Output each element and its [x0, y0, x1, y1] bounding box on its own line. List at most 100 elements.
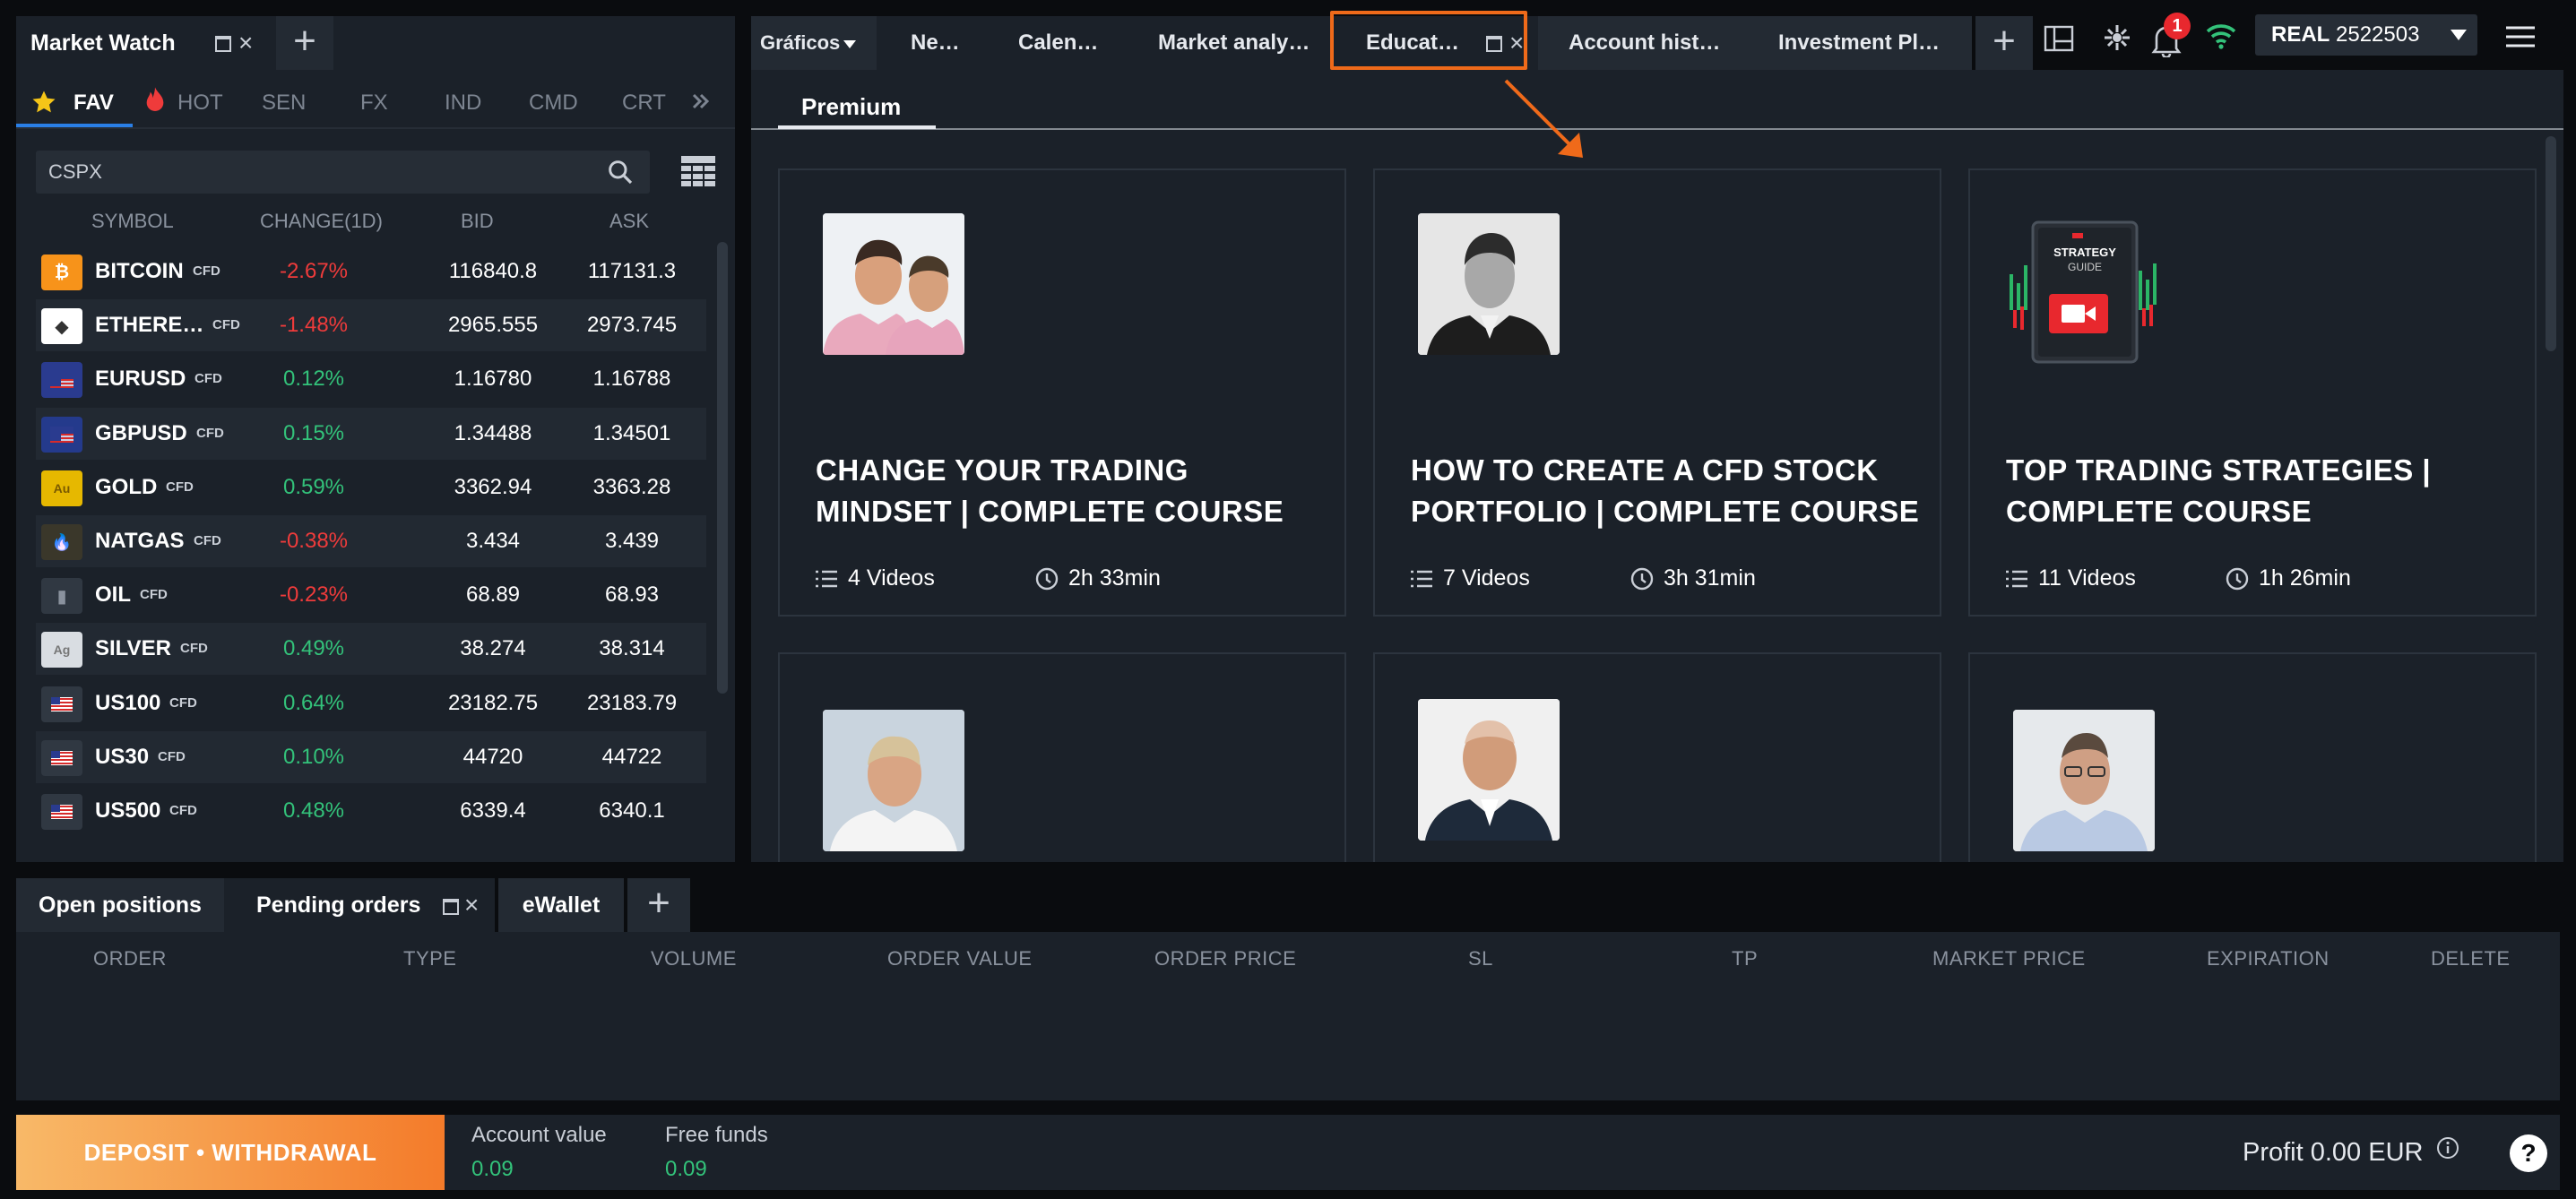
deposit-withdrawal-button[interactable]: DEPOSIT • WITHDRAWAL: [16, 1115, 445, 1190]
category-tab-ind[interactable]: IND: [445, 82, 481, 124]
symbol-name[interactable]: US30: [95, 731, 149, 783]
ask-price[interactable]: 68.93: [556, 569, 708, 621]
course-title[interactable]: TOP TRADING STRATEGIES | COMPLETE COURSE: [2006, 450, 2517, 532]
symbol-name[interactable]: ETHERE…: [95, 299, 203, 351]
add-tab-button[interactable]: +: [1975, 16, 2033, 70]
category-tab-hot[interactable]: HOT: [177, 82, 223, 124]
bid-price[interactable]: 23182.75: [412, 677, 574, 729]
ask-price[interactable]: 117131.3: [556, 246, 708, 298]
column-header-market-price[interactable]: MARKET PRICE: [1932, 945, 2086, 972]
ask-price[interactable]: 23183.79: [556, 677, 708, 729]
maximize-icon[interactable]: [443, 899, 459, 915]
scrollbar[interactable]: [2546, 136, 2556, 351]
bid-price[interactable]: 3362.94: [412, 461, 574, 513]
bid-price[interactable]: 38.274: [412, 623, 574, 675]
ask-price[interactable]: 3363.28: [556, 461, 708, 513]
double-chevron-right-icon[interactable]: [692, 90, 712, 113]
scrollbar[interactable]: [717, 242, 728, 694]
symbol-row[interactable]: ▮ OIL CFD -0.23% 68.89 68.93: [36, 569, 706, 621]
course-title[interactable]: HOW TO CREATE A CFD STOCK PORTFOLIO | CO…: [1411, 450, 1922, 532]
category-tab-fav[interactable]: FAV: [73, 82, 114, 124]
tab-account-history[interactable]: Account hist…: [1569, 16, 1720, 70]
symbol-name[interactable]: EURUSD: [95, 353, 186, 405]
course-card[interactable]: HOW TO CREATE A CFD STOCK PORTFOLIO | CO…: [1373, 168, 1941, 617]
course-card[interactable]: CHANGE YOUR TRADING MINDSET | COMPLETE C…: [778, 168, 1346, 617]
add-tab-button[interactable]: +: [627, 878, 690, 932]
tab-news[interactable]: Ne…: [911, 16, 960, 70]
symbol-name[interactable]: GOLD: [95, 461, 157, 513]
course-card[interactable]: [1968, 652, 2537, 862]
caret-down-icon[interactable]: [2451, 30, 2467, 40]
category-tab-cmd[interactable]: CMD: [529, 82, 578, 124]
symbol-row[interactable]: US30 CFD 0.10% 44720 44722: [36, 731, 706, 783]
bid-price[interactable]: 1.34488: [412, 408, 574, 460]
symbol-name[interactable]: BITCOIN: [95, 246, 184, 298]
tab-premium[interactable]: Premium: [801, 93, 901, 121]
ask-price[interactable]: 1.16788: [556, 353, 708, 405]
ask-price[interactable]: 3.439: [556, 515, 708, 567]
ask-price[interactable]: 6340.1: [556, 785, 708, 837]
category-tab-crt[interactable]: CRT: [622, 82, 666, 124]
close-icon[interactable]: ×: [464, 889, 479, 921]
column-header-tp[interactable]: TP: [1732, 945, 1758, 972]
bid-price[interactable]: 44720: [412, 731, 574, 783]
ask-price[interactable]: 44722: [556, 731, 708, 783]
tab-calendar[interactable]: Calen…: [1018, 16, 1098, 70]
tab-graficos[interactable]: Gráficos: [751, 16, 877, 70]
column-header-change[interactable]: CHANGE(1D): [260, 208, 383, 235]
ask-price[interactable]: 1.34501: [556, 408, 708, 460]
bid-price[interactable]: 1.16780: [412, 353, 574, 405]
bid-price[interactable]: 2965.555: [412, 299, 574, 351]
hamburger-menu-icon[interactable]: [2504, 25, 2537, 48]
network-icon[interactable]: [2099, 22, 2135, 54]
info-icon[interactable]: [2436, 1136, 2459, 1160]
symbol-name[interactable]: GBPUSD: [95, 408, 187, 460]
grid-view-icon[interactable]: [681, 156, 715, 186]
search-input[interactable]: CSPX: [36, 151, 650, 194]
bid-price[interactable]: 68.89: [412, 569, 574, 621]
symbol-row[interactable]: Au GOLD CFD 0.59% 3362.94 3363.28: [36, 461, 706, 513]
symbol-name[interactable]: OIL: [95, 569, 131, 621]
symbol-row[interactable]: US500 CFD 0.48% 6339.4 6340.1: [36, 785, 706, 837]
ask-price[interactable]: 2973.745: [556, 299, 708, 351]
bid-price[interactable]: 3.434: [412, 515, 574, 567]
column-header-volume[interactable]: VOLUME: [651, 945, 737, 972]
caret-down-icon[interactable]: [843, 39, 857, 48]
tab-open-positions[interactable]: Open positions: [16, 878, 224, 932]
category-tab-sen[interactable]: SEN: [262, 82, 306, 124]
column-header-delete[interactable]: DELETE: [2431, 945, 2511, 972]
column-header-order-price[interactable]: ORDER PRICE: [1154, 945, 1296, 972]
tab-ewallet[interactable]: eWallet: [498, 878, 624, 932]
symbol-row[interactable]: ◆ ETHERE… CFD -1.48% 2965.555 2973.745: [36, 299, 706, 351]
search-icon[interactable]: [606, 158, 635, 186]
symbol-row[interactable]: ₿ BITCOIN CFD -2.67% 116840.8 117131.3: [36, 246, 706, 298]
column-header-sl[interactable]: SL: [1468, 945, 1493, 972]
bid-price[interactable]: 6339.4: [412, 785, 574, 837]
symbol-row[interactable]: 🔥 NATGAS CFD -0.38% 3.434 3.439: [36, 515, 706, 567]
maximize-icon[interactable]: [215, 36, 231, 52]
close-icon[interactable]: ×: [238, 27, 253, 59]
column-header-order[interactable]: ORDER: [93, 945, 167, 972]
symbol-row[interactable]: GBPUSD CFD 0.15% 1.34488 1.34501: [36, 408, 706, 460]
layout-icon[interactable]: [2044, 25, 2074, 52]
column-header-type[interactable]: TYPE: [403, 945, 456, 972]
tab-investment-plans[interactable]: Investment Pl…: [1778, 16, 1940, 70]
column-header-symbol[interactable]: SYMBOL: [91, 208, 174, 235]
ask-price[interactable]: 38.314: [556, 623, 708, 675]
column-header-ask[interactable]: ASK: [609, 208, 649, 235]
symbol-name[interactable]: US500: [95, 785, 160, 837]
help-button[interactable]: ?: [2510, 1134, 2547, 1172]
symbol-row[interactable]: Ag SILVER CFD 0.49% 38.274 38.314: [36, 623, 706, 675]
column-header-order-value[interactable]: ORDER VALUE: [887, 945, 1033, 972]
course-card[interactable]: STRATEGY GUIDE TOP TRADING STRATEGIES | …: [1968, 168, 2537, 617]
bid-price[interactable]: 116840.8: [412, 246, 574, 298]
symbol-name[interactable]: US100: [95, 677, 160, 729]
symbol-row[interactable]: EURUSD CFD 0.12% 1.16780 1.16788: [36, 353, 706, 405]
column-header-bid[interactable]: BID: [461, 208, 494, 235]
course-card[interactable]: [778, 652, 1346, 862]
course-title[interactable]: CHANGE YOUR TRADING MINDSET | COMPLETE C…: [816, 450, 1327, 532]
category-tab-fx[interactable]: FX: [360, 82, 388, 124]
symbol-name[interactable]: NATGAS: [95, 515, 185, 567]
course-card[interactable]: [1373, 652, 1941, 862]
add-panel-button[interactable]: +: [276, 16, 333, 70]
